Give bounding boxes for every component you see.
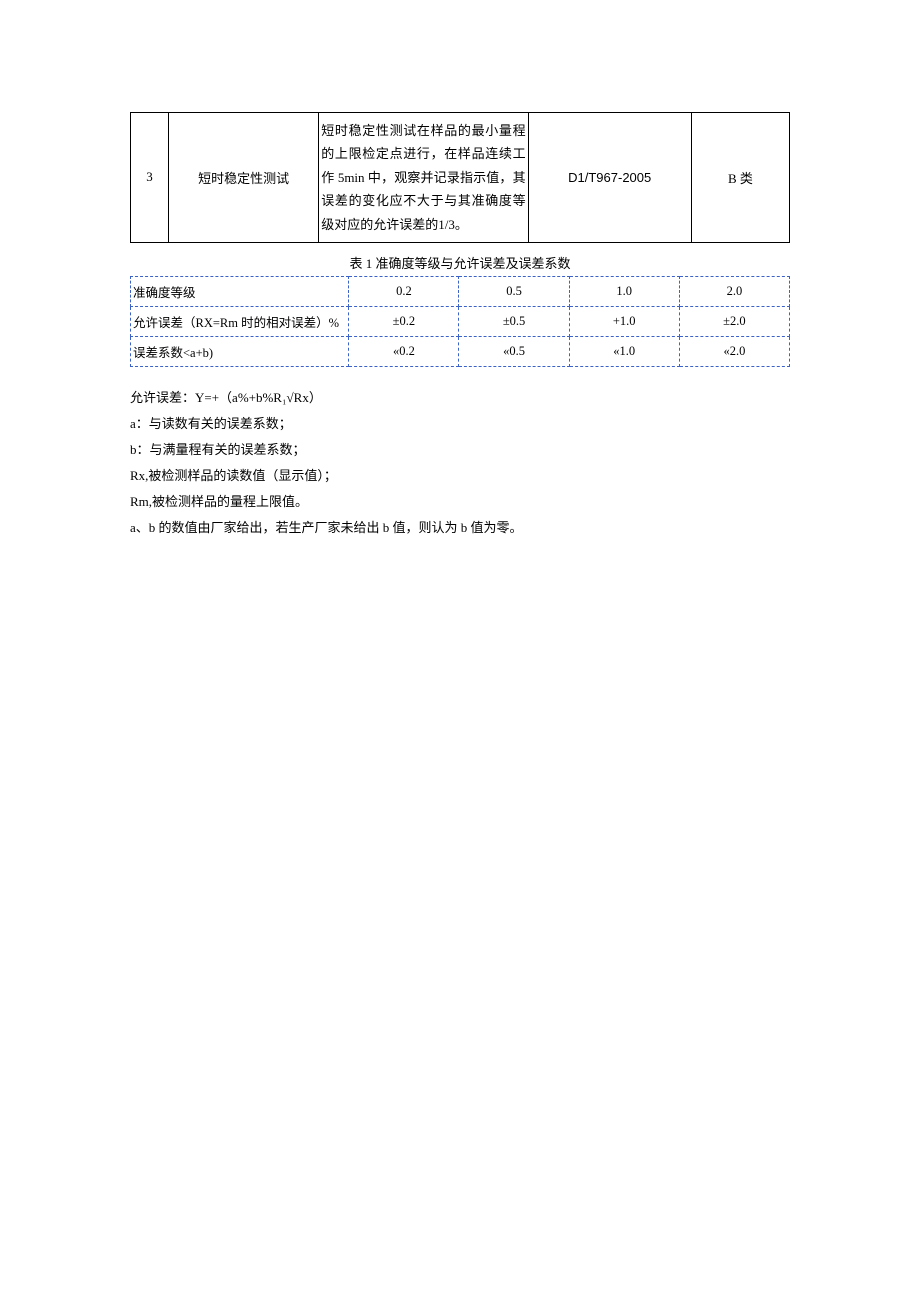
main-table: 3 短时稳定性测试 短时稳定性测试在样品的最小量程的上限检定点进行，在样品连续工…	[130, 112, 790, 243]
note-line: Rm,被检测样品的量程上限值。	[130, 489, 790, 515]
cell-standard: D1/T967-2005	[528, 113, 691, 243]
cell-value: «2.0	[679, 336, 789, 366]
cell-value: 0.5	[459, 276, 569, 306]
cell-value: ±0.5	[459, 306, 569, 336]
cell-value: ±2.0	[679, 306, 789, 336]
note-line: a、b 的数值由厂家给出，若生产厂家未给出 b 值，则认为 b 值为零。	[130, 515, 790, 541]
cell-value: ±0.2	[349, 306, 459, 336]
notes-block: 允许误差：Y=+（a%+b%R₁√Rx） a：与读数有关的误差系数； b：与满量…	[130, 385, 790, 541]
cell-value: «0.5	[459, 336, 569, 366]
cell-value: +1.0	[569, 306, 679, 336]
cell-value: «1.0	[569, 336, 679, 366]
cell-value: 0.2	[349, 276, 459, 306]
note-line: a：与读数有关的误差系数；	[130, 411, 790, 437]
table2-caption: 表 1 准确度等级与允许误差及误差系数	[130, 253, 790, 272]
row-label: 误差系数<a+b)	[131, 336, 349, 366]
note-line: 允许误差：Y=+（a%+b%R₁√Rx）	[130, 385, 790, 411]
accuracy-table: 准确度等级 0.2 0.5 1.0 2.0 允许误差（RX=Rm 时的相对误差）…	[130, 276, 790, 367]
table-row: 3 短时稳定性测试 短时稳定性测试在样品的最小量程的上限检定点进行，在样品连续工…	[131, 113, 790, 243]
cell-value: 1.0	[569, 276, 679, 306]
cell-value: «0.2	[349, 336, 459, 366]
cell-class: B 类	[691, 113, 789, 243]
note-line: b：与满量程有关的误差系数；	[130, 437, 790, 463]
note-line: Rx,被检测样品的读数值（显示值）；	[130, 463, 790, 489]
table-row: 误差系数<a+b) «0.2 «0.5 «1.0 «2.0	[131, 336, 790, 366]
cell-desc: 短时稳定性测试在样品的最小量程的上限检定点进行，在样品连续工作 5min 中，观…	[319, 113, 528, 243]
cell-no: 3	[131, 113, 169, 243]
row-label: 允许误差（RX=Rm 时的相对误差）%	[131, 306, 349, 336]
cell-value: 2.0	[679, 276, 789, 306]
table-row: 允许误差（RX=Rm 时的相对误差）% ±0.2 ±0.5 +1.0 ±2.0	[131, 306, 790, 336]
row-label: 准确度等级	[131, 276, 349, 306]
table-row: 准确度等级 0.2 0.5 1.0 2.0	[131, 276, 790, 306]
cell-name: 短时稳定性测试	[169, 113, 319, 243]
